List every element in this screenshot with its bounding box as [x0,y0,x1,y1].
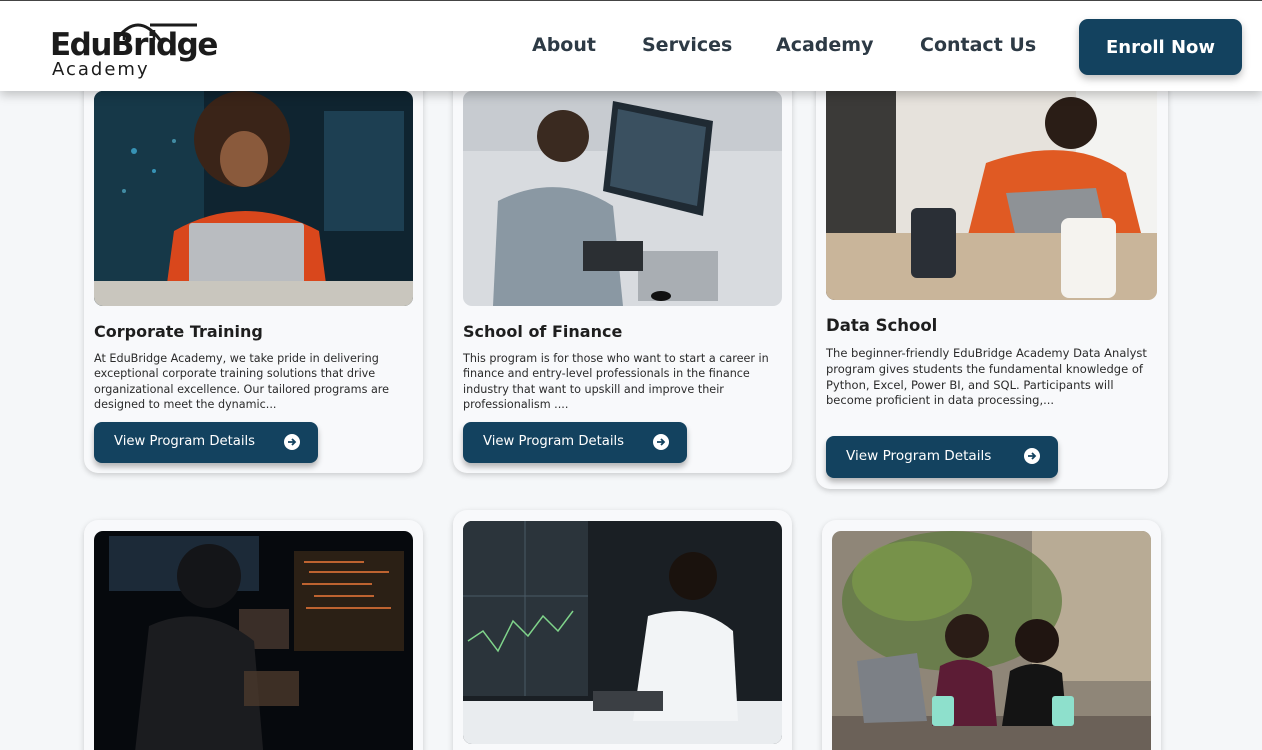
edubridge-logo[interactable]: EduBridge Academy [50,13,218,83]
logo-subtitle: Academy [52,59,150,80]
card-title: Data School [826,316,938,335]
program-card-student-learning [822,520,1161,750]
logo-wordmark: EduBridge [50,27,218,63]
nav-contact-us[interactable]: Contact Us [920,34,1036,56]
program-card-trading [453,510,792,750]
view-program-details-button[interactable]: View Program Details [94,422,318,463]
card-description: This program is for those who want to st… [463,352,769,411]
program-photo [832,531,1151,750]
card-description: The beginner-friendly EduBridge Academy … [826,346,1147,408]
program-photo [463,521,782,744]
nav-services[interactable]: Services [642,34,732,56]
card-description: At EduBridge Academy, we take pride in d… [94,352,390,411]
nav-about[interactable]: About [532,34,596,56]
school-of-finance-photo [463,91,782,306]
site-header: EduBridge Academy About Services Academy… [0,0,1262,91]
data-school-photo [826,83,1157,300]
program-photo [94,531,413,750]
arrow-right-circle-icon [653,434,669,450]
program-card-corporate-training: Corporate Training At EduBridge Academy,… [84,70,423,473]
enroll-now-button[interactable]: Enroll Now [1079,19,1242,75]
card-title: Corporate Training [94,322,263,341]
program-card-data-school: Data School The beginner-friendly EduBri… [816,62,1168,489]
button-label: View Program Details [114,434,256,449]
arrow-right-circle-icon [1024,448,1040,464]
card-title: School of Finance [463,322,623,341]
view-program-details-button[interactable]: View Program Details [463,422,687,463]
button-label: View Program Details [846,448,992,464]
arrow-right-circle-icon [284,434,300,450]
program-card-school-of-finance: School of Finance This program is for th… [453,70,792,473]
view-program-details-button[interactable]: View Program Details [826,436,1058,478]
button-label: View Program Details [483,434,625,449]
corporate-training-photo [94,91,413,306]
program-card-cybersecurity [84,520,423,750]
nav-academy[interactable]: Academy [776,34,873,56]
